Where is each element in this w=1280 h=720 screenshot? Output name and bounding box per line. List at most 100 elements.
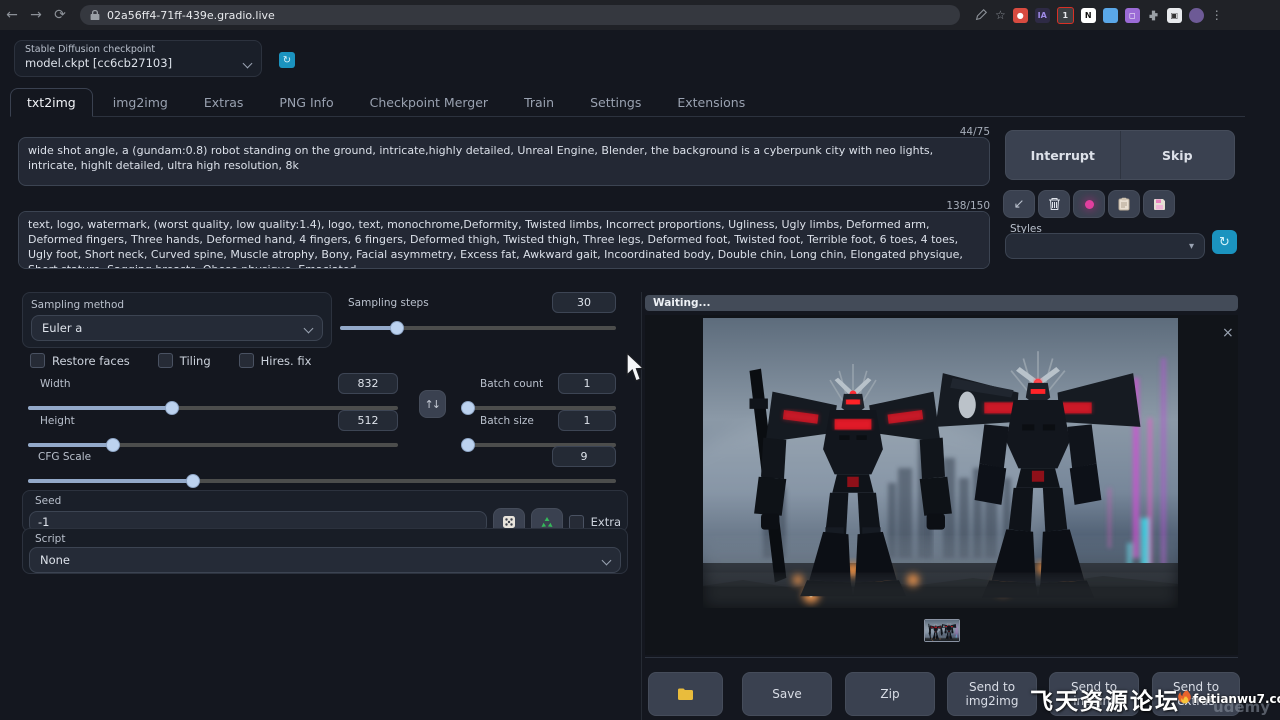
styles-dropdown[interactable]: ▾ <box>1005 233 1205 259</box>
dice-icon <box>502 515 516 529</box>
seed-label: Seed <box>35 495 621 507</box>
interrupt-button[interactable]: Interrupt <box>1006 131 1121 179</box>
checkpoint-label: Stable Diffusion checkpoint <box>25 44 251 55</box>
width-label: Width <box>40 378 71 390</box>
script-block: Script None <box>22 528 628 574</box>
batch-size-label: Batch size <box>480 415 534 427</box>
zip-button[interactable]: Zip <box>845 672 935 716</box>
chevron-down-icon <box>243 58 253 68</box>
save-button[interactable]: Save <box>742 672 832 716</box>
url-bar[interactable]: 02a56ff4-71ff-439e.gradio.live <box>80 5 960 25</box>
batch-size-value[interactable]: 1 <box>558 410 616 431</box>
extension-icon[interactable] <box>1103 8 1118 23</box>
send-to-extras-button[interactable]: Send to extras <box>1152 672 1240 716</box>
extension-icon[interactable]: 1 <box>1057 7 1074 24</box>
output-divider <box>645 657 1238 658</box>
extension-icon[interactable]: ● <box>1013 8 1028 23</box>
progress-status-bar: Waiting... <box>645 295 1238 311</box>
open-folder-button[interactable] <box>648 672 723 716</box>
cfg-scale-label: CFG Scale <box>38 451 91 463</box>
checkbox-icon <box>239 353 254 368</box>
extra-networks-button[interactable] <box>1073 190 1105 218</box>
sampling-steps-slider[interactable] <box>340 321 616 335</box>
close-preview-icon[interactable]: × <box>1222 325 1234 341</box>
gallery-thumbnail[interactable] <box>924 619 960 642</box>
tab-img2img[interactable]: img2img <box>97 89 184 116</box>
script-value: None <box>40 553 70 567</box>
send-to-inpaint-button[interactable]: Send to inpaint <box>1049 672 1139 716</box>
checkpoint-selector[interactable]: Stable Diffusion checkpoint model.ckpt [… <box>14 40 262 77</box>
negative-prompt-box[interactable]: text, logo, watermark, (worst quality, l… <box>18 211 990 269</box>
paste-params-button[interactable]: ↙ <box>1003 190 1035 218</box>
sampling-method-dropdown[interactable]: Euler a <box>31 315 323 341</box>
height-value[interactable]: 512 <box>338 410 398 431</box>
width-block: Width 832 <box>28 373 398 415</box>
extensions-puzzle-icon[interactable] <box>1147 9 1160 22</box>
back-icon[interactable]: ← <box>0 7 24 23</box>
tab-settings[interactable]: Settings <box>574 89 657 116</box>
sampling-steps-value[interactable]: 30 <box>552 292 616 313</box>
thumbnail-image <box>925 620 959 641</box>
chevron-down-icon <box>304 323 314 333</box>
share-icon[interactable] <box>974 8 988 22</box>
clear-prompt-button[interactable] <box>1038 190 1070 218</box>
dropdown-caret-icon: ▾ <box>1189 241 1194 252</box>
url-text: 02a56ff4-71ff-439e.gradio.live <box>107 9 275 22</box>
generate-button-group: Interrupt Skip <box>1005 130 1235 180</box>
trash-icon <box>1048 197 1061 211</box>
mouse-cursor <box>626 353 648 383</box>
skip-button[interactable]: Skip <box>1121 131 1235 179</box>
swap-dimensions-button[interactable]: ↑↓ <box>419 390 446 418</box>
extension-icon[interactable]: IA <box>1035 8 1050 23</box>
tiling-checkbox[interactable]: Tiling <box>158 353 211 368</box>
progress-status-text: Waiting... <box>653 297 710 309</box>
sampling-steps-label: Sampling steps <box>348 297 429 309</box>
chevron-down-icon <box>602 555 612 565</box>
generated-image[interactable] <box>703 318 1178 608</box>
batch-count-value[interactable]: 1 <box>558 373 616 394</box>
restore-faces-checkbox[interactable]: Restore faces <box>30 353 130 368</box>
extension-icon[interactable]: N <box>1081 8 1096 23</box>
sampling-steps-block: Sampling steps 30 <box>340 292 616 348</box>
extra-networks-card-icon <box>1085 200 1094 209</box>
floppy-save-icon <box>1153 198 1166 211</box>
bookmark-star-icon[interactable]: ☆ <box>995 8 1006 22</box>
profile-avatar[interactable] <box>1189 8 1204 23</box>
extension-icon[interactable]: ◻ <box>1125 8 1140 23</box>
menu-kebab-icon[interactable]: ⋮ <box>1211 8 1223 22</box>
reload-icon[interactable]: ⟳ <box>48 7 72 23</box>
script-dropdown[interactable]: None <box>29 547 621 573</box>
tab-txt2img[interactable]: txt2img <box>10 88 93 117</box>
negative-prompt-textarea[interactable]: text, logo, watermark, (worst quality, l… <box>18 211 990 269</box>
extension-icon[interactable]: ▣ <box>1167 8 1182 23</box>
hires-fix-checkbox[interactable]: Hires. fix <box>239 353 312 368</box>
lock-icon <box>90 9 100 21</box>
forward-icon[interactable]: → <box>24 7 48 23</box>
width-value[interactable]: 832 <box>338 373 398 394</box>
cfg-scale-value[interactable]: 9 <box>552 446 616 467</box>
checkbox-icon <box>30 353 45 368</box>
sampling-method-value: Euler a <box>42 321 82 335</box>
batch-count-block: Batch count 1 <box>468 373 616 415</box>
send-to-img2img-button[interactable]: Send to img2img <box>947 672 1037 716</box>
recycle-icon <box>540 516 554 529</box>
folder-icon <box>677 687 694 701</box>
sampling-method-label: Sampling method <box>31 299 323 311</box>
checkpoint-refresh-button[interactable]: ↻ <box>279 52 295 68</box>
tab-train[interactable]: Train <box>508 89 570 116</box>
main-tab-bar: txt2img img2img Extras PNG Info Checkpoi… <box>10 90 1245 117</box>
apply-style-button[interactable] <box>1108 190 1140 218</box>
prompt-textarea[interactable]: wide shot angle, a (gundam:0.8) robot st… <box>18 137 990 186</box>
tab-checkpoint-merger[interactable]: Checkpoint Merger <box>354 89 504 116</box>
cfg-scale-slider[interactable] <box>28 474 616 488</box>
prompt-box[interactable]: wide shot angle, a (gundam:0.8) robot st… <box>18 137 990 186</box>
tab-extras[interactable]: Extras <box>188 89 260 116</box>
checkbox-icon <box>158 353 173 368</box>
styles-refresh-button[interactable]: ↻ <box>1212 230 1237 254</box>
tab-extensions[interactable]: Extensions <box>661 89 761 116</box>
save-style-button[interactable] <box>1143 190 1175 218</box>
cfg-scale-block: CFG Scale 9 <box>28 446 616 488</box>
feature-checkbox-row: Restore faces Tiling Hires. fix <box>30 353 311 368</box>
output-gallery: × <box>645 315 1238 655</box>
tab-png-info[interactable]: PNG Info <box>263 89 349 116</box>
